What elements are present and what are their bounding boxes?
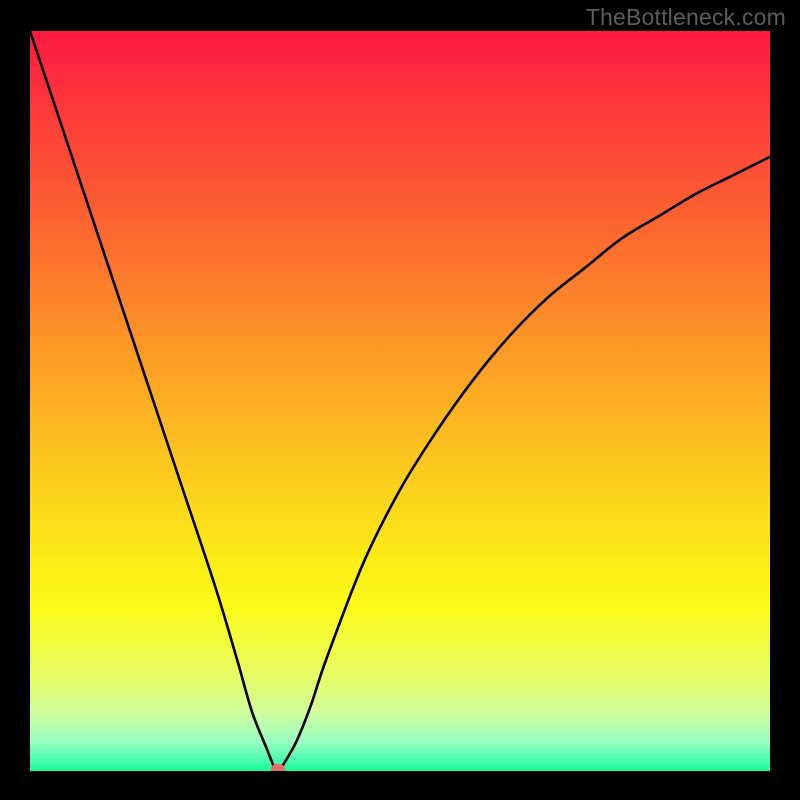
plot-area — [30, 31, 770, 771]
gradient-background — [30, 31, 770, 771]
chart-frame: TheBottleneck.com — [0, 0, 800, 800]
chart-svg — [30, 31, 770, 771]
watermark-text: TheBottleneck.com — [586, 4, 786, 31]
